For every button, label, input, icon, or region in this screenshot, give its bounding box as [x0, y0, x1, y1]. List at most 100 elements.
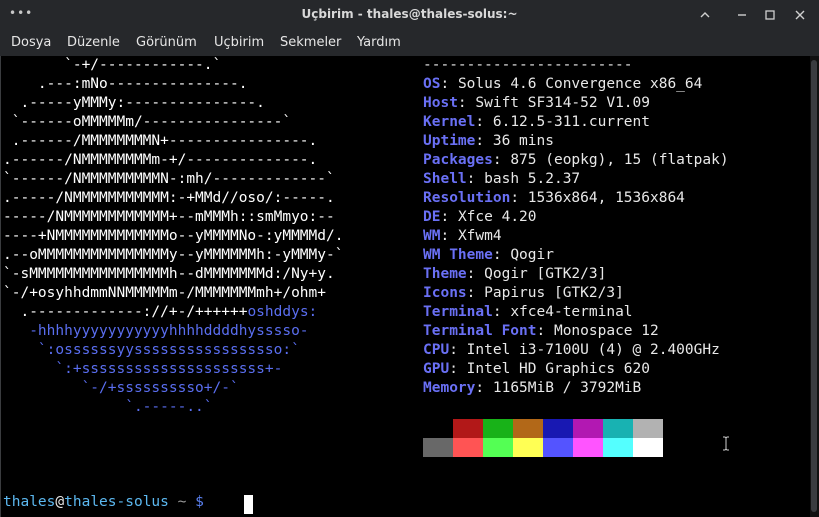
- info-separator: :: [492, 152, 502, 168]
- shell-prompt: thales@thales-solus ~ $: [3, 494, 204, 510]
- info-row: CPU: Intel i3-7100U (4) @ 2.400GHz: [423, 342, 720, 358]
- info-key: GPU: [423, 361, 450, 377]
- info-separator: :: [475, 133, 485, 149]
- info-separator: :: [510, 190, 520, 206]
- info-separator: :: [449, 361, 458, 377]
- prompt-host: thales-solus: [64, 494, 169, 510]
- palette-swatch: [603, 438, 633, 457]
- scrollbar-thumb[interactable]: [811, 60, 817, 512]
- menu-gorunum[interactable]: Görünüm: [136, 29, 197, 56]
- logo-line: .---:mNo---------------.: [3, 76, 248, 92]
- info-separator: :: [449, 342, 458, 358]
- menu-duzenle[interactable]: Düzenle: [67, 29, 120, 56]
- info-key: Terminal Font: [423, 323, 537, 339]
- minimize-icon[interactable]: [732, 5, 752, 25]
- logo-line: ----+NMMMMMMMMMMMMMo--yMMMMNo-:yMMMMd/.: [3, 228, 344, 244]
- logo-line-blue: `-/+ssssssssso+/-`: [3, 380, 239, 396]
- info-row: Theme: Qogir [GTK2/3]: [423, 266, 606, 282]
- info-row: Terminal: xfce4-terminal: [423, 304, 633, 320]
- info-row: Resolution: 1536x864, 1536x864: [423, 190, 685, 206]
- palette-swatch: [453, 438, 483, 457]
- logo-line: .-----yMMMy:---------------.: [3, 95, 265, 111]
- menu-bar: Dosya Düzenle Görünüm Uçbirim Sekmeler Y…: [0, 29, 819, 56]
- palette-swatch: [603, 419, 633, 438]
- logo-line-blue: -hhhhyyyyyyyyyyyhhhhddddhysssso-: [3, 323, 309, 339]
- info-row: Packages: 875 (eopkg), 15 (flatpak): [423, 152, 729, 168]
- info-key: Icons: [423, 285, 467, 301]
- info-value: 1536x864, 1536x864: [527, 190, 685, 206]
- info-row: Host: Swift SF314-52 V1.09: [423, 95, 650, 111]
- logo-line-tail: oshddys:: [247, 304, 318, 320]
- logo-line-blue: `:ossssssyysssssssssssssssso:`: [3, 342, 300, 358]
- palette-swatch: [633, 419, 663, 438]
- info-row: Uptime: 36 mins: [423, 133, 554, 149]
- info-separator: :: [466, 266, 476, 282]
- info-row: Memory: 1165MiB / 3792MiB: [423, 380, 641, 396]
- logo-line: .-----/NMMMMMMMMMMM:-+MMd//oso/:-----.: [3, 190, 335, 206]
- info-value: Swift SF314-52 V1.09: [475, 95, 650, 111]
- palette-swatch: [573, 419, 603, 438]
- info-key: Host: [423, 95, 458, 111]
- logo-line: `-+/------------.`: [3, 57, 222, 73]
- menu-ucbirim[interactable]: Uçbirim: [214, 29, 264, 56]
- info-separator: :: [440, 228, 450, 244]
- ibeam-cursor-icon: [723, 436, 729, 451]
- info-divider: ------------------------: [423, 57, 633, 73]
- menu-yardim[interactable]: Yardım: [357, 29, 401, 56]
- palette-swatch: [633, 438, 663, 457]
- info-key: WM: [423, 228, 441, 244]
- palette-swatch: [543, 419, 573, 438]
- info-key: CPU: [423, 342, 450, 358]
- palette-swatch: [483, 419, 513, 438]
- info-separator: :: [475, 380, 485, 396]
- logo-line: `-sMMMMMMMMMMMMMMMMh--dMMMMMMMd:/Ny+y.: [3, 266, 335, 282]
- info-value: Xfce 4.20: [457, 209, 537, 225]
- palette-swatch: [423, 438, 453, 457]
- info-row: Kernel: 6.12.5-311.current: [423, 114, 650, 130]
- info-key: Packages: [423, 152, 493, 168]
- info-value: Xfwm4: [457, 228, 502, 244]
- title-bar[interactable]: ••• Uçbirim - thales@thales-solus:~: [0, 0, 819, 29]
- chevron-up-icon[interactable]: [695, 5, 715, 25]
- info-row: WM Theme: Qogir: [423, 247, 554, 263]
- info-key: Uptime: [423, 133, 476, 149]
- palette-swatch: [453, 419, 483, 438]
- logo-line-blue: `.-----..`: [3, 399, 213, 415]
- logo-line: -----/NMMMMMMMMMMMM+--mMMMh::smMmyo:--: [3, 209, 335, 225]
- prompt-at: @: [55, 494, 65, 510]
- maximize-icon[interactable]: [760, 5, 780, 25]
- logo-line: `------/NMMMMMMMMMN-:mh/-------------`: [3, 171, 335, 187]
- prompt-dollar: $: [195, 494, 204, 510]
- info-value: xfce4-terminal: [510, 304, 633, 320]
- info-key: Kernel: [423, 114, 476, 130]
- info-key: Resolution: [423, 190, 511, 206]
- close-icon[interactable]: [790, 5, 810, 25]
- info-key: WM Theme: [423, 247, 493, 263]
- logo-line: `-/+osyhhdmmNNMMMMMm-/MMMMMMMmh+/ohm+: [3, 285, 327, 301]
- palette-swatch: [483, 438, 513, 457]
- info-key: Theme: [423, 266, 467, 282]
- logo-line: .------/NMMMMMMMMm-+/--------------.: [3, 152, 318, 168]
- info-value: Papirus [GTK2/3]: [484, 285, 624, 301]
- info-key: Shell: [423, 171, 467, 187]
- info-row: GPU: Intel HD Graphics 620: [423, 361, 650, 377]
- info-value: bash 5.2.37: [484, 171, 581, 187]
- logo-line: .-------------://+-/++++++oshddys:: [3, 304, 317, 320]
- info-value: 875 (eopkg), 15 (flatpak): [510, 152, 729, 168]
- info-value: Qogir: [510, 247, 554, 263]
- info-value: Intel HD Graphics 620: [466, 361, 650, 377]
- logo-line-head: .-------------://+-/++++++: [3, 304, 248, 320]
- palette-swatch: [543, 438, 573, 457]
- prompt-path: ~: [168, 494, 196, 510]
- info-separator: :: [440, 209, 450, 225]
- info-row: Terminal Font: Monospace 12: [423, 323, 659, 339]
- info-row: Shell: bash 5.2.37: [423, 171, 580, 187]
- info-value: 36 mins: [492, 133, 554, 149]
- menu-sekmeler[interactable]: Sekmeler: [280, 29, 341, 56]
- info-separator: :: [492, 247, 502, 263]
- palette-swatch: [513, 438, 543, 457]
- info-separator: :: [475, 114, 485, 130]
- info-row: WM: Xfwm4: [423, 228, 502, 244]
- info-value: 1165MiB / 3792MiB: [492, 380, 642, 396]
- menu-dosya[interactable]: Dosya: [11, 29, 51, 56]
